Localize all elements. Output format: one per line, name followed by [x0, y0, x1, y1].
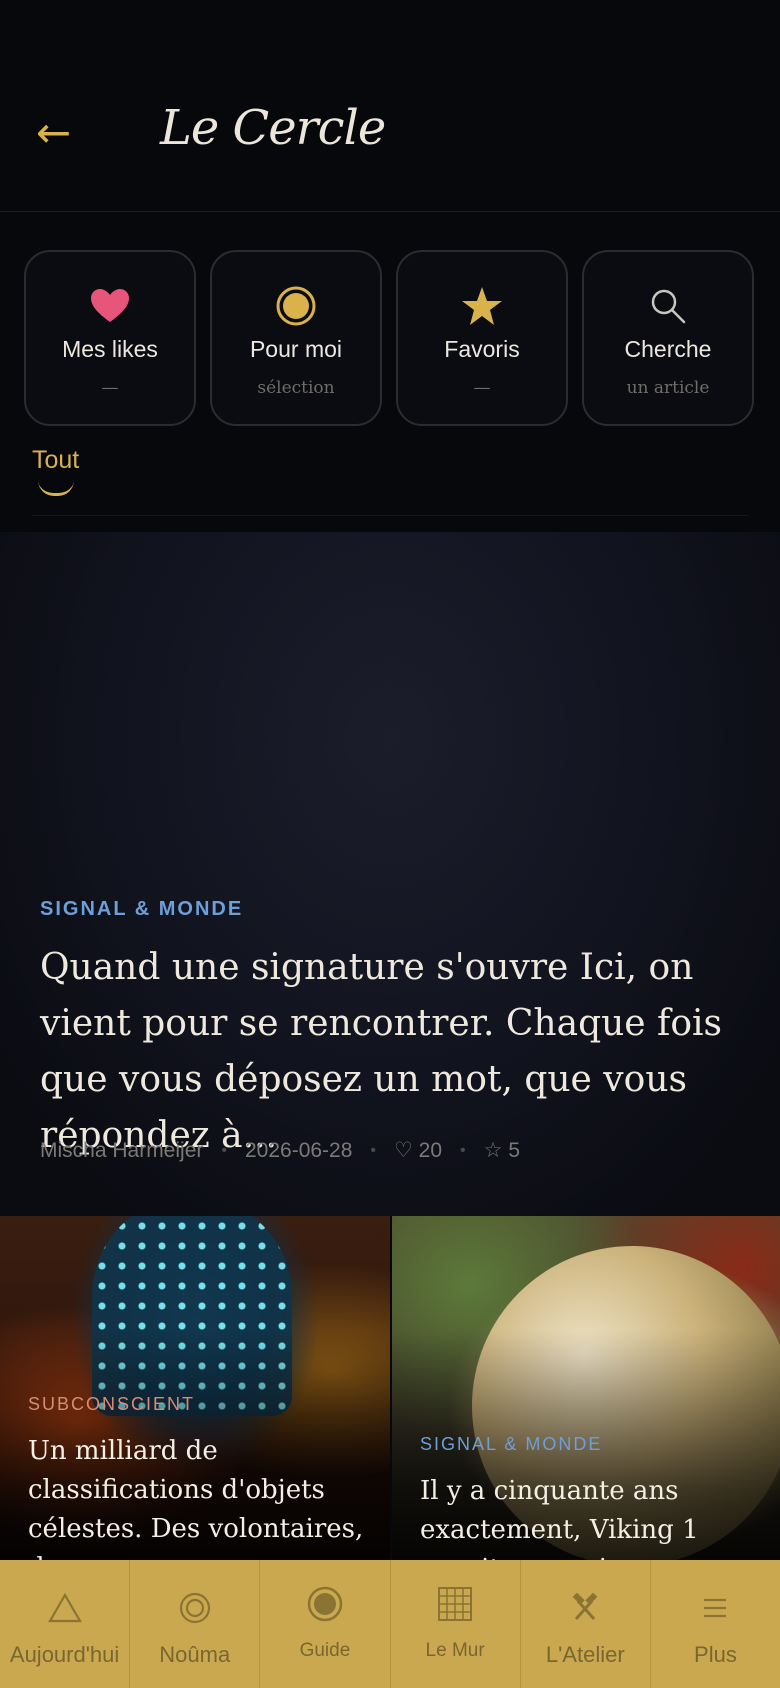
hero-article[interactable]: SIGNAL & MONDE Quand une signature s'ouv… — [0, 532, 780, 1216]
filter-tab-indicator — [38, 480, 74, 496]
filter-divider — [32, 515, 748, 516]
arrow-left-icon: ← — [36, 108, 72, 157]
nav-item-latelier[interactable]: L'Atelier — [521, 1560, 651, 1688]
quick-card-label: Cherche — [624, 336, 712, 362]
article-card[interactable]: SIGNAL & MONDE Il y a cinquante ans exac… — [392, 1216, 780, 1560]
article-card[interactable]: SUBCONSCIENT Un milliard de classificati… — [0, 1216, 390, 1560]
card-category: SIGNAL & MONDE — [420, 1434, 603, 1454]
guide-circle-icon — [260, 1582, 389, 1626]
quick-card-sub: — — [101, 378, 119, 398]
hammer-icon — [521, 1586, 650, 1630]
app-header: ← Le Cercle — [0, 0, 780, 212]
hero-meta: Mischa Harmeijer • 2026-06-28 • ♡ 20 • ☆… — [40, 1138, 520, 1163]
quick-card-label: Favoris — [444, 336, 520, 362]
grid-icon — [391, 1582, 520, 1626]
nav-label: Plus — [694, 1642, 737, 1667]
quick-card-label: Pour moi — [249, 336, 343, 362]
quick-card-sub: — — [473, 378, 491, 398]
quick-card-pour-moi[interactable]: Pour moi sélection — [210, 250, 382, 426]
nav-label: Le Mur — [425, 1640, 485, 1661]
meta-separator: • — [221, 1141, 227, 1159]
quick-card-sub: un article — [626, 378, 710, 398]
card-title: Il y a cinquante ans exactement, Viking … — [420, 1476, 699, 1560]
page-title: Le Cercle — [160, 100, 386, 156]
hero-likes: ♡ 20 — [394, 1139, 443, 1162]
nav-item-le-mur[interactable]: Le Mur — [391, 1560, 521, 1688]
quick-card-cherche[interactable]: Cherche un article — [582, 250, 754, 426]
nav-item-aujourdhui[interactable]: Aujourd'hui — [0, 1560, 131, 1688]
hero-author: Mischa Harmeijer — [40, 1138, 204, 1162]
bottom-nav: Aujourd'hui Noûma Guide Le Mur L'Atelier… — [0, 1560, 780, 1688]
nav-label: Aujourd'hui — [9, 1642, 120, 1667]
hero-category: SIGNAL & MONDE — [40, 898, 244, 920]
meta-separator: • — [460, 1141, 466, 1159]
nav-label: L'Atelier — [545, 1642, 625, 1667]
triangle-icon — [0, 1586, 129, 1630]
heart-icon — [26, 282, 194, 330]
quick-card-sub: sélection — [257, 378, 335, 398]
hero-date: 2026-06-28 — [244, 1138, 353, 1162]
meta-separator: • — [370, 1141, 377, 1159]
nav-item-plus[interactable]: Plus — [651, 1560, 780, 1688]
quick-card-label: Mes likes — [62, 336, 158, 362]
quick-card-favoris[interactable]: Favoris — — [396, 250, 568, 426]
search-icon — [584, 282, 752, 330]
hero-title: Quand une signature s'ouvre Ici, on vien… — [40, 947, 723, 1156]
nav-item-nouma[interactable]: Noûma — [130, 1560, 261, 1688]
nav-label: Guide — [299, 1640, 351, 1661]
card-title: Un milliard de classifications d'objets … — [28, 1436, 364, 1560]
card-category: SUBCONSCIENT — [28, 1394, 196, 1414]
nav-label: Noûma — [159, 1642, 231, 1667]
quick-actions: Mes likes — Pour moi sélection Favoris —… — [24, 250, 756, 426]
target-icon — [212, 282, 380, 330]
hero-favorites: ☆ 5 — [483, 1139, 520, 1162]
back-button[interactable]: ← — [36, 108, 86, 158]
star-icon — [398, 282, 566, 330]
filter-tab-tout[interactable]: Tout — [32, 446, 79, 475]
nav-item-guide[interactable]: Guide — [260, 1560, 391, 1688]
quick-card-likes[interactable]: Mes likes — — [24, 250, 196, 426]
rings-icon — [130, 1586, 259, 1630]
menu-icon — [651, 1586, 780, 1630]
